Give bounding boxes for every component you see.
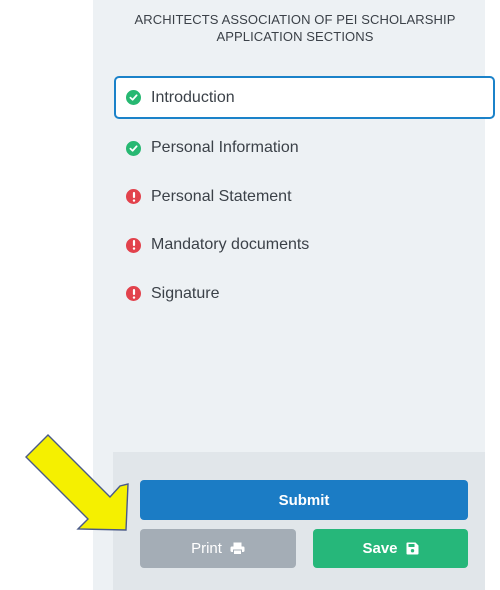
section-label: Personal Information xyxy=(151,139,299,157)
section-label: Introduction xyxy=(151,88,235,106)
save-button[interactable]: Save xyxy=(313,529,468,568)
exclamation-circle-icon xyxy=(126,237,141,253)
section-item-mandatory-documents[interactable]: Mandatory documents xyxy=(114,221,495,270)
section-item-personal-information[interactable]: Personal Information xyxy=(114,124,495,173)
print-button-label: Print xyxy=(191,540,222,557)
print-button[interactable]: Print xyxy=(140,529,296,568)
save-button-label: Save xyxy=(362,540,398,557)
section-list: Introduction Personal Information Person… xyxy=(114,76,495,318)
submit-button[interactable]: Submit xyxy=(140,480,468,520)
panel-title: ARCHITECTS ASSOCIATION OF PEI SCHOLARSHI… xyxy=(100,11,490,45)
submit-button-label: Submit xyxy=(278,491,330,509)
section-item-signature[interactable]: Signature xyxy=(114,270,495,319)
section-label: Personal Statement xyxy=(151,187,292,205)
check-circle-icon xyxy=(126,140,141,156)
section-label: Signature xyxy=(151,284,220,302)
panel-title-line-2: APPLICATION SECTIONS xyxy=(216,29,374,44)
actions-footer xyxy=(113,452,485,590)
floppy-disk-icon xyxy=(406,542,419,555)
application-sections-screen: ARCHITECTS ASSOCIATION OF PEI SCHOLARSHI… xyxy=(0,0,500,590)
exclamation-circle-icon xyxy=(126,189,141,205)
section-label: Mandatory documents xyxy=(151,236,310,254)
section-item-introduction[interactable]: Introduction xyxy=(114,76,495,119)
panel-title-line-1: ARCHITECTS ASSOCIATION OF PEI SCHOLARSHI… xyxy=(134,12,456,27)
exclamation-circle-icon xyxy=(126,286,141,302)
check-circle-icon xyxy=(126,90,141,105)
section-item-personal-statement[interactable]: Personal Statement xyxy=(114,173,495,222)
printer-icon xyxy=(230,542,245,555)
